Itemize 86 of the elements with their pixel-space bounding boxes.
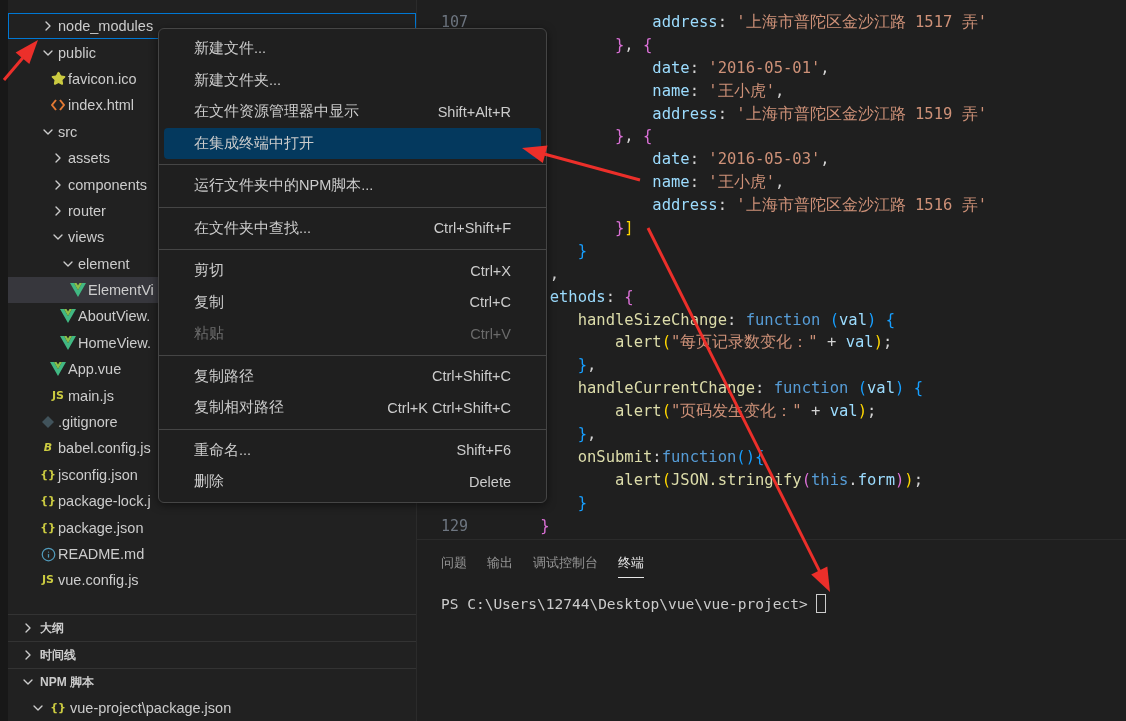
menu-item[interactable]: 重命名... Shift+F6	[164, 434, 541, 466]
code-line: ethods: {	[549, 286, 634, 308]
diamond-icon	[42, 416, 54, 429]
terminal-cursor	[815, 594, 826, 613]
section-header[interactable]: NPM 脚本	[8, 668, 416, 695]
shortcut-label: Shift+F6	[456, 442, 511, 459]
folder-item[interactable]: assets	[8, 144, 110, 172]
panel-tab[interactable]: 问题	[441, 548, 467, 578]
folder-item[interactable]: element	[8, 250, 130, 277]
vue-icon	[50, 362, 66, 377]
section-header[interactable]: 大纲	[8, 614, 416, 641]
shortcut-label: Shift+Alt+R	[437, 103, 511, 120]
npm-script-item[interactable]: {} vue-project\package.json	[8, 695, 416, 721]
file-item[interactable]: App.vue	[8, 356, 122, 383]
code-line: }, {	[615, 126, 653, 148]
code-line: address: '上海市普陀区金沙江路 1516 弄'	[652, 195, 987, 217]
panel-tab[interactable]: 终端	[618, 548, 644, 578]
code-line: ,	[549, 263, 559, 285]
html-icon	[51, 99, 65, 112]
file-item[interactable]: HomeView.	[8, 329, 152, 357]
shortcut-label: Ctrl+V	[470, 325, 511, 342]
folder-item[interactable]: router	[8, 197, 106, 225]
code-line: }	[577, 240, 587, 262]
menu-item[interactable]: 复制相对路径 Ctrl+K Ctrl+Shift+C	[164, 392, 541, 424]
menu-item[interactable]: 运行文件夹中的NPM脚本...	[164, 170, 541, 202]
menu-item[interactable]: 在集成终端中打开	[164, 127, 541, 159]
folder-item[interactable]: public	[8, 39, 96, 66]
vue-icon	[60, 309, 76, 324]
shortcut-label: Ctrl+K Ctrl+Shift+C	[387, 399, 511, 416]
vue-icon	[70, 283, 86, 298]
file-item[interactable]: index.html	[8, 92, 135, 119]
code-line: onSubmit:function(){	[577, 446, 765, 468]
panel-tab[interactable]: 调试控制台	[533, 548, 598, 578]
shortcut-label: Ctrl+C	[469, 294, 511, 311]
code-line: },	[577, 424, 597, 446]
file-item[interactable]: {}package.json	[8, 514, 144, 541]
file-type-label: {}	[40, 519, 56, 536]
menu-item[interactable]: 在文件夹中查找... Ctrl+Shift+F	[164, 212, 541, 244]
file-type-label: JS	[50, 387, 65, 404]
line-number: 107	[440, 13, 468, 31]
file-item[interactable]: AboutView.	[8, 303, 151, 330]
code-line: date: '2016-05-03',	[652, 149, 830, 171]
folder-item[interactable]: src	[8, 118, 78, 145]
code-line: }	[577, 492, 587, 514]
menu-item[interactable]: 复制路径 Ctrl+Shift+C	[164, 360, 541, 392]
annotation-arrow	[2, 40, 38, 81]
section-header[interactable]: 时间线	[8, 641, 416, 668]
code-line: }	[540, 515, 550, 537]
panel-tab[interactable]: 输出	[487, 548, 513, 578]
code-line: name: '王小虎',	[652, 80, 785, 102]
menu-item[interactable]: 新建文件夹...	[164, 64, 541, 96]
file-item[interactable]: README.md	[8, 540, 145, 568]
file-type-label: B	[42, 440, 54, 457]
menu-item[interactable]: 剪切 Ctrl+X	[164, 255, 541, 287]
file-type-label: JS	[40, 572, 55, 589]
shortcut-label: Ctrl+Shift+C	[432, 368, 511, 385]
vue-icon	[60, 335, 76, 350]
shortcut-label: Delete	[469, 473, 511, 490]
file-item[interactable]: JS main.js	[8, 382, 114, 409]
file-item[interactable]: {}jsconfig.json	[8, 461, 138, 489]
folder-item[interactable]: views	[8, 224, 105, 251]
file-item[interactable]: favicon.ico	[8, 65, 137, 93]
folder-item[interactable]: components	[8, 171, 147, 198]
code-line: address: '上海市普陀区金沙江路 1517 弄'	[652, 12, 987, 33]
code-line: }]	[615, 218, 634, 239]
terminal-prompt: PS C:\Users\12744\Desktop\vue\vue-project>	[441, 595, 808, 612]
code-line: address: '上海市普陀区金沙江路 1519 弄'	[652, 103, 987, 125]
shortcut-label: Ctrl+Shift+F	[433, 220, 511, 237]
code-line: }, {	[615, 34, 653, 56]
star-icon	[50, 71, 66, 87]
file-item[interactable]: .gitignore	[8, 408, 118, 436]
file-item[interactable]: {}package-lock.j	[8, 488, 151, 515]
menu-item[interactable]: 在文件资源管理器中显示 Shift+Alt+R	[164, 96, 541, 128]
menu-item[interactable]: 复制 Ctrl+C	[164, 286, 541, 318]
line-number: 129	[440, 516, 468, 535]
menu-item[interactable]: 删除 Delete	[164, 466, 541, 498]
file-type-label: {}	[40, 466, 56, 483]
code-line: date: '2016-05-01',	[652, 57, 830, 79]
file-item[interactable]: JS vue.config.js	[8, 567, 139, 594]
file-item[interactable]: B babel.config.js	[8, 435, 151, 462]
info-icon	[40, 546, 56, 562]
shortcut-label: Ctrl+X	[470, 262, 511, 279]
code-line: },	[577, 355, 597, 377]
file-type-label: {}	[40, 493, 56, 510]
code-line: name: '王小虎',	[652, 172, 785, 194]
file-type-label: {}	[50, 700, 66, 716]
